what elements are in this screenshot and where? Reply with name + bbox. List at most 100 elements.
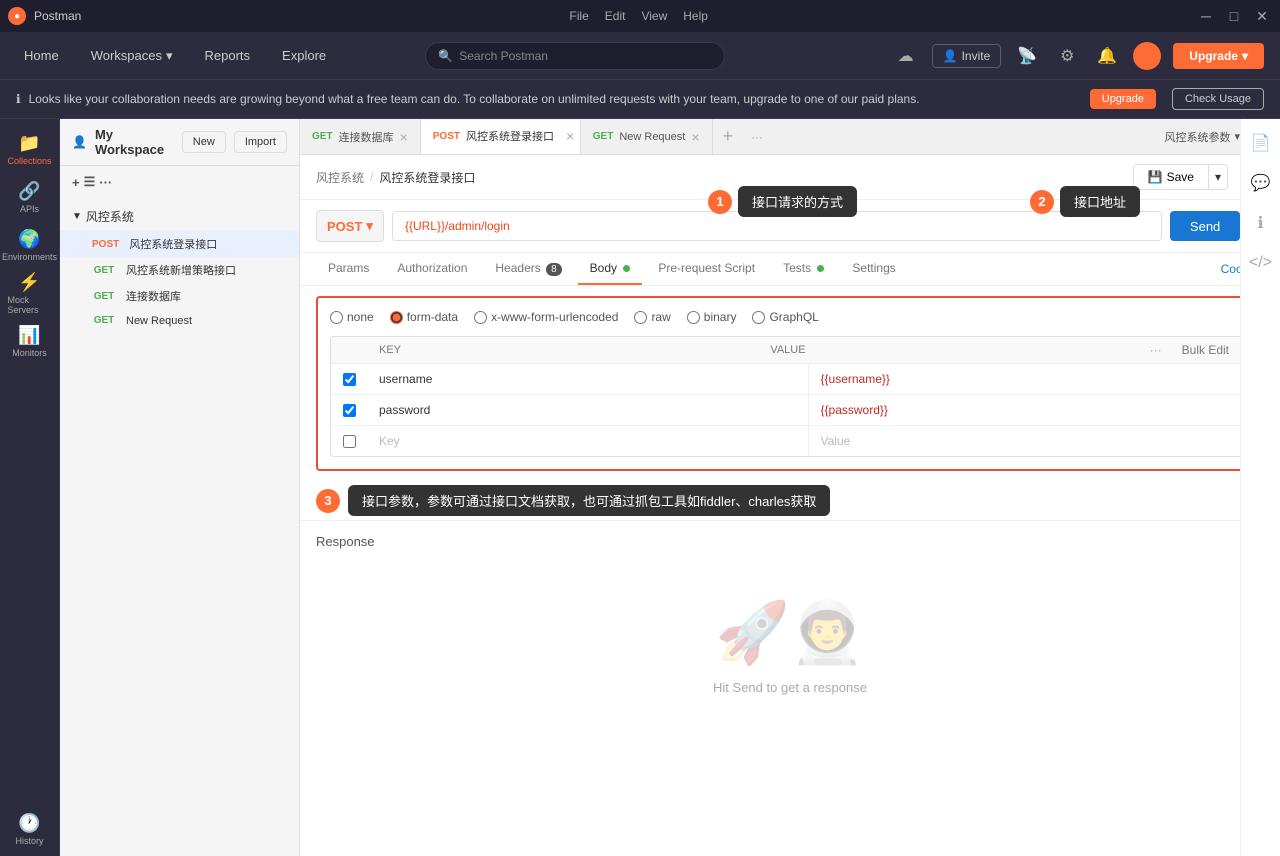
radio-raw[interactable]: raw: [634, 310, 670, 324]
sidebar-item-apis[interactable]: 🔗 APIs: [8, 175, 52, 219]
kv-row-1: password {{password}}: [331, 395, 1249, 426]
bulk-edit-button[interactable]: Bulk Edit: [1170, 337, 1241, 363]
right-icons-panel: 📄 💬 ℹ </>: [1240, 119, 1280, 856]
kv-checkbox-0[interactable]: [331, 373, 367, 386]
sidebar-item-history[interactable]: 🕐 History: [8, 807, 52, 851]
more-icon[interactable]: ···: [1150, 343, 1162, 357]
kv-value-2[interactable]: Value: [809, 426, 1250, 456]
sidebar-item-monitors[interactable]: 📊 Monitors: [8, 319, 52, 363]
maximize-button[interactable]: □: [1224, 6, 1244, 26]
tab-params[interactable]: Params: [316, 253, 381, 285]
nav-right-actions: ☁ 👤 Invite 📡 ⚙ 🔔 Upgrade ▾: [892, 42, 1264, 70]
nav-explore[interactable]: Explore: [274, 44, 334, 67]
menu-help[interactable]: Help: [683, 9, 708, 23]
nav-reports[interactable]: Reports: [197, 44, 259, 67]
menu-file[interactable]: File: [569, 9, 588, 23]
menu-edit[interactable]: Edit: [605, 9, 626, 23]
invite-button[interactable]: 👤 Invite: [932, 44, 1002, 68]
chevron-down-icon: ▼: [72, 211, 82, 222]
collections-header: + ☰ ···: [60, 166, 299, 198]
kv-key-0[interactable]: username: [367, 364, 809, 394]
kv-value-1[interactable]: {{password}}: [809, 395, 1250, 425]
tab-get-new[interactable]: GET New Request ×: [581, 119, 713, 154]
save-arrow-button[interactable]: ▾: [1208, 165, 1227, 189]
radio-urlencoded[interactable]: x-www-form-urlencoded: [474, 310, 618, 324]
tab-tests[interactable]: Tests: [771, 253, 836, 285]
avatar[interactable]: [1133, 42, 1161, 70]
tab-more-button[interactable]: ···: [743, 130, 771, 144]
method-badge-get-3: GET: [88, 314, 120, 327]
sidebar-item-collections[interactable]: 📁 Collections: [8, 127, 52, 171]
kv-key-1[interactable]: password: [367, 395, 809, 425]
tab-post-login[interactable]: POST 风控系统登录接口 ×: [421, 120, 581, 155]
kv-checkbox-2[interactable]: [331, 435, 367, 448]
breadcrumb-parent[interactable]: 风控系统: [316, 169, 364, 186]
plus-icon[interactable]: +: [72, 175, 80, 190]
sync-icon[interactable]: ☁: [892, 42, 920, 70]
menu-view[interactable]: View: [641, 9, 667, 23]
radio-graphql[interactable]: GraphQL: [752, 310, 818, 324]
new-button[interactable]: New: [182, 131, 226, 153]
tooltip-3: 接口参数，参数可通过接口文档获取，也可通过抓包工具如fiddler、charle…: [348, 485, 830, 516]
save-button[interactable]: 💾 Params Save: [1134, 165, 1208, 189]
import-button[interactable]: Import: [234, 131, 287, 153]
upgrade-button[interactable]: Upgrade ▾: [1173, 43, 1264, 69]
sidebar-item-environments[interactable]: 🌍 Environments: [8, 223, 52, 267]
send-button[interactable]: Send: [1170, 211, 1240, 241]
collection-item-2[interactable]: GET 连接数据库: [60, 283, 299, 309]
notification-icon[interactable]: 🔔: [1093, 42, 1121, 70]
tab-close-new[interactable]: ×: [691, 129, 699, 145]
collections-icon: 📁: [18, 133, 40, 154]
tab-close-db[interactable]: ×: [400, 129, 408, 145]
sidebar-label-mock-servers: Mock Servers: [8, 295, 52, 315]
code-icon[interactable]: </>: [1245, 247, 1277, 279]
more-icon[interactable]: ···: [99, 175, 112, 190]
search-bar[interactable]: 🔍 Search Postman: [425, 42, 725, 70]
collection-group-header[interactable]: ▼ 风控系统: [60, 202, 299, 231]
tab-settings[interactable]: Settings: [840, 253, 907, 285]
body-section: none form-data x-www-form-urlencoded: [316, 296, 1264, 471]
nav-workspaces[interactable]: Workspaces ▾: [83, 44, 181, 68]
collection-item-1[interactable]: GET 风控系统新增策略接口: [60, 257, 299, 283]
history-icon: 🕐: [18, 813, 40, 834]
comments-icon[interactable]: 💬: [1245, 167, 1277, 199]
settings-icon[interactable]: ⚙: [1053, 42, 1081, 70]
tab-body[interactable]: Body: [578, 253, 643, 285]
filter-icon[interactable]: ☰: [84, 174, 96, 190]
collection-item-3[interactable]: GET New Request: [60, 309, 299, 332]
collection-item-0[interactable]: POST 风控系统登录接口: [60, 231, 299, 257]
radio-none[interactable]: none: [330, 310, 374, 324]
method-select[interactable]: POST ▾: [316, 210, 384, 242]
radio-binary[interactable]: binary: [687, 310, 737, 324]
kv-value-0[interactable]: {{username}}: [809, 364, 1250, 394]
kv-header-row: KEY VALUE ··· Bulk Edit: [331, 337, 1249, 364]
docs-icon[interactable]: 📄: [1245, 127, 1277, 159]
search-icon: 🔍: [438, 49, 453, 63]
kv-key-2[interactable]: Key: [367, 426, 809, 456]
info-icon[interactable]: ℹ: [1245, 207, 1277, 239]
nav-home[interactable]: Home: [16, 44, 67, 67]
body-active-dot: [623, 265, 630, 272]
close-button[interactable]: ✕: [1252, 6, 1272, 26]
radio-form-data[interactable]: form-data: [390, 310, 458, 324]
banner-check-usage-button[interactable]: Check Usage: [1172, 88, 1264, 110]
collection-group-fengkong[interactable]: ▼ 风控系统 POST 风控系统登录接口 GET 风控系统新增策略接口 GE: [60, 202, 299, 332]
tooltip-2: 接口地址: [1060, 186, 1140, 217]
kv-checkbox-1[interactable]: [331, 404, 367, 417]
tab-auth[interactable]: Authorization: [385, 253, 479, 285]
annotation-2: 2 接口地址: [1030, 186, 1140, 217]
tab-pre-script[interactable]: Pre-request Script: [646, 253, 767, 285]
minimize-button[interactable]: ─: [1196, 6, 1216, 26]
satellite-icon[interactable]: 📡: [1013, 42, 1041, 70]
sidebar-item-mock-servers[interactable]: ⚡ Mock Servers: [8, 271, 52, 315]
tab-add-button[interactable]: +: [713, 126, 744, 147]
collection-group-name: 风控系统: [86, 208, 134, 225]
tab-close-login[interactable]: ×: [566, 128, 574, 144]
tabs-bar: GET 连接数据库 × POST 风控系统登录接口 × GET New Requ…: [300, 119, 1280, 155]
collection-item-name-2: 连接数据库: [126, 288, 181, 304]
tab-get-db[interactable]: GET 连接数据库 ×: [300, 119, 421, 154]
banner-upgrade-button[interactable]: Upgrade: [1090, 89, 1156, 109]
sidebar-label-collections: Collections: [7, 156, 51, 166]
workspace-title: My Workspace: [95, 127, 182, 157]
tab-headers[interactable]: Headers 8: [483, 253, 573, 285]
